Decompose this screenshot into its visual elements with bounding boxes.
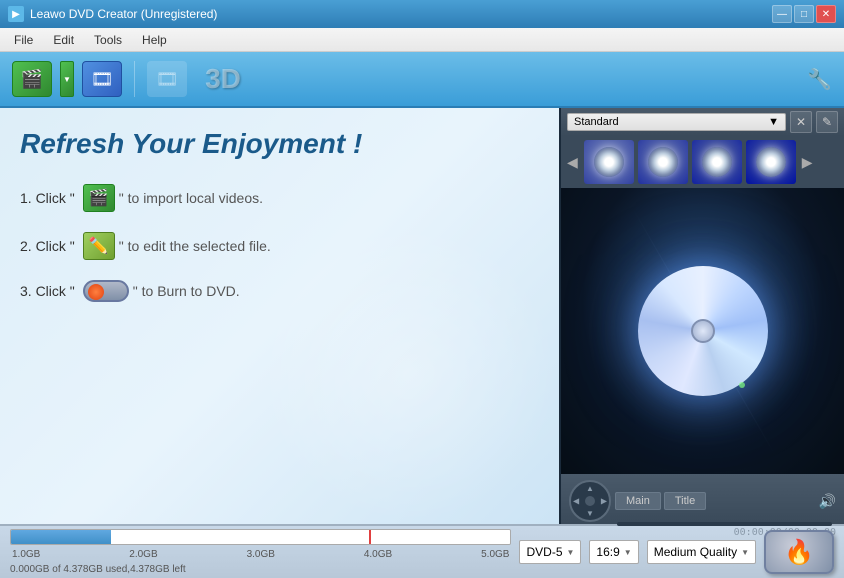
storage-bar <box>10 529 511 545</box>
template-delete-button[interactable]: ✕ <box>790 111 812 133</box>
edit-icon <box>82 61 122 97</box>
storage-label-3: 3.0GB <box>247 549 275 560</box>
chapters-icon: 🎞 <box>147 61 187 97</box>
minimize-button[interactable]: — <box>772 5 792 23</box>
thumbnail-2[interactable] <box>638 140 688 184</box>
instr-num-3: 3. Click " <box>20 283 75 299</box>
aspect-ratio-value: 16:9 <box>596 545 619 559</box>
dvd-format-arrow: ▼ <box>567 548 575 557</box>
instr-text-2: " to edit the selected file. <box>119 238 271 254</box>
storage-seg-1 <box>36 530 61 544</box>
template-edit-button[interactable]: ✎ <box>816 111 838 133</box>
volume-icon[interactable]: 🔊 <box>819 493 836 510</box>
aspect-ratio-arrow: ▼ <box>624 548 632 557</box>
toolbar-divider-1 <box>134 61 135 97</box>
thumbnail-3[interactable] <box>692 140 742 184</box>
player-tab-buttons: Main Title <box>615 492 706 510</box>
strip-next-arrow[interactable]: ▶ <box>800 152 815 173</box>
storage-used-label: 0.000GB of 4.378GB used,4.378GB left <box>10 564 511 575</box>
edit-button[interactable] <box>78 57 126 101</box>
maximize-button[interactable]: □ <box>794 5 814 23</box>
quality-arrow: ▼ <box>741 548 749 557</box>
menu-tools[interactable]: Tools <box>84 31 132 49</box>
template-select-value: Standard <box>574 116 619 128</box>
import-instruction-icon: 🎬 <box>83 184 115 212</box>
toolbar: ▼ 🎞 3D 🔧 <box>0 52 844 108</box>
instruction-1: 1. Click " 🎬 " to import local videos. <box>20 184 539 212</box>
thumbnail-4[interactable] <box>746 140 796 184</box>
instructions-list: 1. Click " 🎬 " to import local videos. 2… <box>20 184 539 302</box>
strip-prev-arrow[interactable]: ◀ <box>565 152 580 173</box>
nav-down-icon: ▼ <box>586 509 594 518</box>
nav-up-icon: ▲ <box>586 484 594 493</box>
close-button[interactable]: ✕ <box>816 5 836 23</box>
instr-text-3: " to Burn to DVD. <box>133 283 240 299</box>
app-icon: ▶ <box>8 6 24 22</box>
storage-seg-2 <box>61 530 86 544</box>
instr-num-2: 2. Click " <box>20 238 75 254</box>
menubar: File Edit Tools Help <box>0 28 844 52</box>
left-panel: Refresh Your Enjoyment ! 1. Click " 🎬 " … <box>0 108 559 524</box>
template-select-arrow: ▼ <box>768 116 779 128</box>
storage-marker <box>369 530 371 544</box>
panel-title: Refresh Your Enjoyment ! <box>20 128 539 160</box>
storage-label-2: 2.0GB <box>129 549 157 560</box>
thumbnail-1[interactable] <box>584 140 634 184</box>
burn-button[interactable]: 🔥 <box>764 530 834 574</box>
player-controls: ▲ ▼ ◀ ▶ Main Title 🔊 00:00:00/00:00:00 <box>561 474 844 524</box>
storage-labels: 1.0GB 2.0GB 3.0GB 4.0GB 5.0GB <box>10 549 511 560</box>
titlebar-title: Leawo DVD Creator (Unregistered) <box>30 7 772 21</box>
burn-flame-icon: 🔥 <box>784 538 814 567</box>
nav-center <box>585 496 595 506</box>
chapters-button[interactable]: 🎞 <box>143 57 191 101</box>
preview-area <box>561 188 844 474</box>
settings-button[interactable]: 🔧 <box>803 63 836 96</box>
instr-text-1: " to import local videos. <box>119 190 263 206</box>
storage-bar-container: 1.0GB 2.0GB 3.0GB 4.0GB 5.0GB 0.000GB of… <box>10 529 511 575</box>
aspect-ratio-dropdown[interactable]: 16:9 ▼ <box>589 540 638 564</box>
nav-cluster[interactable]: ▲ ▼ ◀ ▶ <box>569 480 611 522</box>
import-dropdown-arrow[interactable]: ▼ <box>60 61 74 97</box>
quality-dropdown[interactable]: Medium Quality ▼ <box>647 540 756 564</box>
thumbnail-strip: ◀ ▶ <box>561 136 844 188</box>
progress-bar[interactable] <box>617 522 832 526</box>
titlebar: ▶ Leawo DVD Creator (Unregistered) — □ ✕ <box>0 0 844 28</box>
storage-empty <box>111 530 511 544</box>
menu-file[interactable]: File <box>4 31 43 49</box>
template-select[interactable]: Standard ▼ <box>567 113 786 131</box>
threed-button[interactable]: 3D <box>195 57 251 101</box>
nav-left-icon: ◀ <box>573 497 579 506</box>
menu-edit[interactable]: Edit <box>43 31 84 49</box>
controls-row: ▲ ▼ ◀ ▶ Main Title 🔊 <box>569 480 836 522</box>
burn-toggle-instruction-icon <box>83 280 129 302</box>
storage-seg-0 <box>11 530 36 544</box>
import-icon <box>12 61 52 97</box>
quality-value: Medium Quality <box>654 545 737 559</box>
template-toolbar: Standard ▼ ✕ ✎ <box>561 108 844 136</box>
right-panel: Standard ▼ ✕ ✎ ◀ ▶ <box>559 108 844 524</box>
instr-num-1: 1. Click " <box>20 190 75 206</box>
wrench-icon: 🔧 <box>807 67 832 92</box>
instruction-3: 3. Click " " to Burn to DVD. <box>20 280 539 302</box>
import-button[interactable] <box>8 57 56 101</box>
dvd-format-dropdown[interactable]: DVD-5 ▼ <box>519 540 581 564</box>
preview-disc <box>638 266 768 396</box>
window-controls: — □ ✕ <box>772 5 836 23</box>
storage-label-1: 1.0GB <box>12 549 40 560</box>
title-tab-button[interactable]: Title <box>664 492 706 510</box>
threed-icon: 3D <box>199 61 247 97</box>
edit-instruction-icon: ✏️ <box>83 232 115 260</box>
instruction-2: 2. Click " ✏️ " to edit the selected fil… <box>20 232 539 260</box>
nav-right-icon: ▶ <box>601 497 607 506</box>
menu-help[interactable]: Help <box>132 31 177 49</box>
main-area: Refresh Your Enjoyment ! 1. Click " 🎬 " … <box>0 108 844 524</box>
storage-seg-3 <box>86 530 111 544</box>
dvd-format-value: DVD-5 <box>526 545 562 559</box>
main-tab-button[interactable]: Main <box>615 492 661 510</box>
storage-label-5: 5.0GB <box>481 549 509 560</box>
storage-label-4: 4.0GB <box>364 549 392 560</box>
